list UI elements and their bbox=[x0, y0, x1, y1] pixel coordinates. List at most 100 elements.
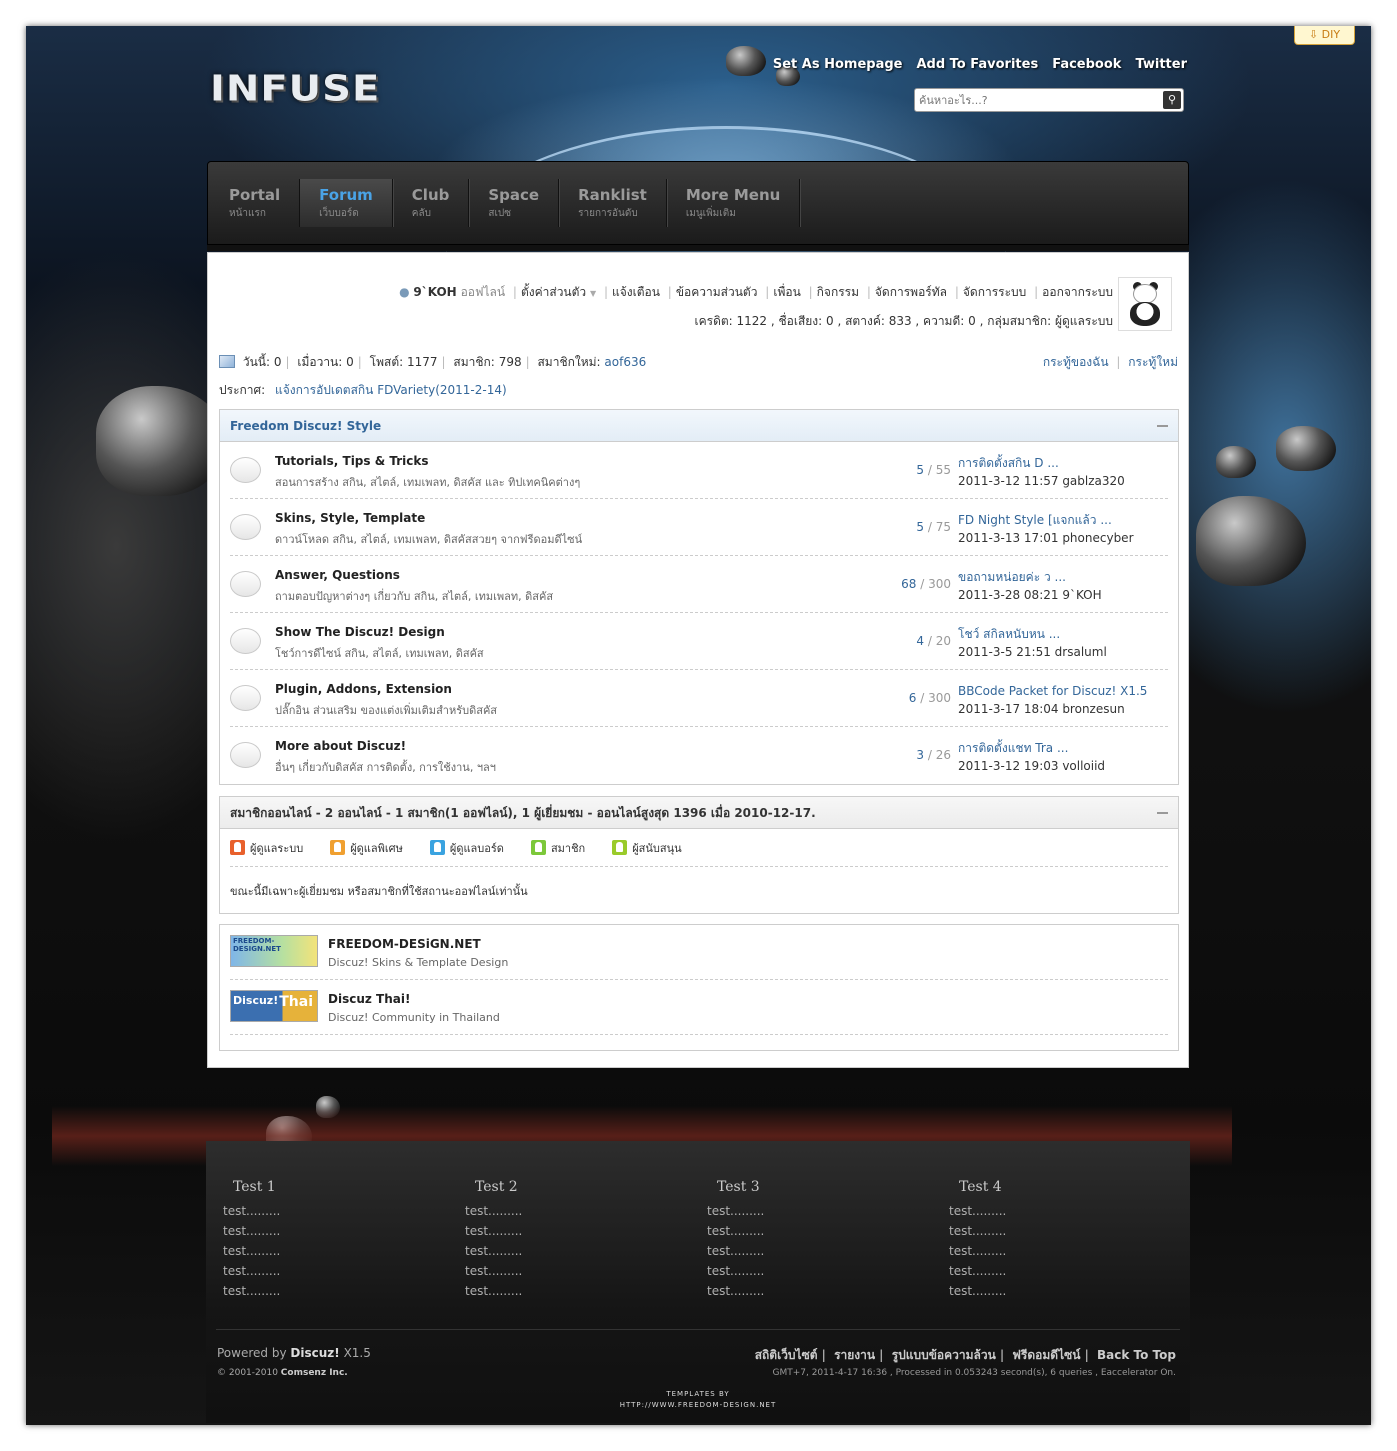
user-bar: ● 9`KOH ออฟไลน์ | ตั้งค่าส่วนตัว ▼ | แจ้งเ… bbox=[399, 283, 1113, 331]
footer-link[interactable]: test......... bbox=[707, 1221, 907, 1241]
system-admin-link[interactable]: จัดการระบบ bbox=[963, 285, 1026, 299]
forum-row[interactable]: More about Discuz! อื่นๆ เกี่ยวกับดิสคัส … bbox=[230, 727, 1168, 784]
template-credit[interactable]: TEMPLATES BY HTTP://WWW.FREEDOM-DESIGN.N… bbox=[206, 1389, 1190, 1411]
text-mode-link[interactable]: รูปแบบข้อความล้วน bbox=[892, 1348, 996, 1362]
footer-link[interactable]: test......... bbox=[949, 1241, 1149, 1261]
footer-link[interactable]: test......... bbox=[465, 1201, 665, 1221]
add-favorites-link[interactable]: Add To Favorites bbox=[916, 57, 1038, 72]
footer-link[interactable]: test......... bbox=[707, 1261, 907, 1281]
nav-item-space[interactable]: Space สเปซ bbox=[469, 179, 560, 227]
forum-name[interactable]: Tutorials, Tips & Tricks bbox=[275, 454, 429, 468]
freedom-design-logo[interactable]: FREEDOM-DESIGN.NET bbox=[230, 935, 318, 967]
nav-label: Space bbox=[488, 186, 540, 204]
diy-button[interactable]: ⇩ DIY bbox=[1294, 26, 1355, 45]
forum-row[interactable]: Answer, Questions ถามตอบปัญหาต่างๆ เกี่ยว… bbox=[230, 556, 1168, 613]
nav-item-portal[interactable]: Portal หน้าแรก bbox=[210, 179, 301, 227]
activity-link[interactable]: กิจกรรม bbox=[817, 285, 859, 299]
forum-group-title[interactable]: Freedom Discuz! Style bbox=[230, 419, 381, 433]
forum-name[interactable]: Plugin, Addons, Extension bbox=[275, 682, 452, 696]
yesterday-count: 0 bbox=[346, 355, 354, 369]
footer-link[interactable]: test......... bbox=[949, 1201, 1149, 1221]
forum-row[interactable]: Skins, Style, Template ดาวน์โหลด สกิน, สไ… bbox=[230, 499, 1168, 556]
forum-name[interactable]: Show The Discuz! Design bbox=[275, 625, 445, 639]
portal-admin-link[interactable]: จัดการพอร์ทัล bbox=[875, 285, 947, 299]
asteroid bbox=[1276, 426, 1336, 471]
user-group-icon bbox=[530, 840, 546, 855]
nav-item-ranklist[interactable]: Ranklist รายการอันดับ bbox=[559, 179, 667, 227]
asteroid bbox=[1216, 446, 1256, 478]
newest-member-link[interactable]: aof636 bbox=[604, 355, 646, 369]
footer-link[interactable]: test......... bbox=[223, 1201, 423, 1221]
twitter-link[interactable]: Twitter bbox=[1135, 57, 1187, 72]
footer-link[interactable]: test......... bbox=[465, 1261, 665, 1281]
discuz-thai-logo[interactable]: Discuz! Thai bbox=[230, 990, 318, 1022]
announcement-link[interactable]: แจ้งการอัปเดตสกิน FDVariety(2011-2-14) bbox=[275, 383, 507, 397]
site-stats-link[interactable]: สถิติเว็บไซต์ bbox=[755, 1348, 818, 1362]
set-homepage-link[interactable]: Set As Homepage bbox=[773, 57, 903, 72]
forum-name[interactable]: Skins, Style, Template bbox=[275, 511, 425, 525]
footer-link[interactable]: test......... bbox=[949, 1261, 1149, 1281]
legend-item: ผู้สนับสนุน bbox=[612, 839, 682, 857]
footer-link[interactable]: test......... bbox=[465, 1241, 665, 1261]
my-threads-link[interactable]: กระทู้ของฉัน bbox=[1043, 355, 1109, 369]
forum-desc: อื่นๆ เกี่ยวกับดิสคัส การติดตั้ง, การใช้… bbox=[275, 761, 496, 774]
footer-link[interactable]: test......... bbox=[223, 1221, 423, 1241]
footer-link[interactable]: test......... bbox=[707, 1241, 907, 1261]
comsenz-link[interactable]: Comsenz Inc. bbox=[281, 1368, 348, 1378]
logout-link[interactable]: ออกจากระบบ bbox=[1042, 285, 1113, 299]
last-post-title[interactable]: การติดตั้งแชท Tra ... bbox=[958, 739, 1105, 757]
nav-item-forum[interactable]: Forum เว็บบอร์ด bbox=[300, 179, 393, 227]
footer-link[interactable]: test......... bbox=[465, 1281, 665, 1301]
forum-name[interactable]: More about Discuz! bbox=[275, 739, 406, 753]
online-title[interactable]: สมาชิกออนไลน์ - 2 ออนไลน์ - 1 สมาชิก(1 อ… bbox=[230, 806, 816, 820]
footer-link[interactable]: test......... bbox=[949, 1281, 1149, 1301]
username-link[interactable]: 9`KOH bbox=[413, 285, 456, 299]
link-name[interactable]: Discuz Thai! bbox=[328, 992, 410, 1006]
back-to-top-link[interactable]: Back To Top bbox=[1097, 1348, 1176, 1362]
forum-name[interactable]: Answer, Questions bbox=[275, 568, 400, 582]
last-post-title[interactable]: การติดตั้งสกิน D ... bbox=[958, 454, 1125, 472]
facebook-link[interactable]: Facebook bbox=[1052, 57, 1121, 72]
collapse-icon[interactable] bbox=[1157, 425, 1168, 427]
nav-item-club[interactable]: Club คลับ bbox=[393, 179, 470, 227]
link-item[interactable]: FREEDOM-DESIGN.NET FREEDOM-DESiGN.NET Di… bbox=[230, 925, 1168, 980]
forum-bubble-icon bbox=[230, 628, 261, 654]
footer-link[interactable]: test......... bbox=[707, 1281, 907, 1301]
footer-link[interactable]: test......... bbox=[223, 1281, 423, 1301]
discuz-link[interactable]: Discuz! bbox=[290, 1346, 339, 1360]
new-threads-link[interactable]: กระทู้ใหม่ bbox=[1128, 355, 1178, 369]
last-post-title[interactable]: FD Night Style [แจกแล้ว ... bbox=[958, 511, 1134, 529]
last-post-title[interactable]: โชว์ สกิลหนับหน ... bbox=[958, 625, 1107, 643]
last-post-title[interactable]: ขอถามหน่อยค่ะ ว ... bbox=[958, 568, 1102, 586]
post-count: 300 bbox=[928, 691, 951, 705]
notifications-link[interactable]: แจ้งเตือน bbox=[612, 285, 660, 299]
link-name[interactable]: FREEDOM-DESiGN.NET bbox=[328, 937, 481, 951]
footer-link[interactable]: test......... bbox=[949, 1221, 1149, 1241]
freedom-design-link[interactable]: ฟรีดอมดีไซน์ bbox=[1012, 1348, 1080, 1362]
footer-link[interactable]: test......... bbox=[223, 1261, 423, 1281]
footer-link[interactable]: test......... bbox=[223, 1241, 423, 1261]
footer-link[interactable]: test......... bbox=[707, 1201, 907, 1221]
forum-bubble-icon bbox=[230, 457, 261, 483]
forum-row[interactable]: Show The Discuz! Design โชว์การดีไซน์ สกิ… bbox=[230, 613, 1168, 670]
report-link[interactable]: รายงาน bbox=[834, 1348, 875, 1362]
collapse-icon[interactable] bbox=[1157, 812, 1168, 814]
page-frame: INFUSE Set As Homepage Add To Favorites … bbox=[26, 26, 1371, 1425]
settings-link[interactable]: ตั้งค่าส่วนตัว bbox=[521, 285, 586, 299]
search-box: ⚲ bbox=[914, 88, 1184, 112]
nav-item-more-menu[interactable]: More Menu เมนูเพิ่มเติม bbox=[667, 179, 801, 227]
last-post-title[interactable]: BBCode Packet for Discuz! X1.5 bbox=[958, 682, 1147, 700]
forum-row[interactable]: Tutorials, Tips & Tricks สอนการสร้าง สกิน… bbox=[230, 442, 1168, 499]
link-item[interactable]: Discuz! Thai Discuz Thai! Discuz! Communi… bbox=[230, 980, 1168, 1035]
messages-link[interactable]: ข้อความส่วนตัว bbox=[676, 285, 758, 299]
avatar[interactable] bbox=[1118, 277, 1172, 331]
search-icon[interactable]: ⚲ bbox=[1163, 91, 1181, 109]
last-post: ขอถามหน่อยค่ะ ว ... 2011-3-28 08:21 9`KOH bbox=[958, 568, 1102, 604]
site-logo[interactable]: INFUSE bbox=[210, 68, 380, 109]
footer-link[interactable]: test......... bbox=[465, 1221, 665, 1241]
forum-row[interactable]: Plugin, Addons, Extension ปลั๊กอิน ส่วนเส… bbox=[230, 670, 1168, 727]
friends-link[interactable]: เพื่อน bbox=[773, 285, 800, 299]
forum-bubble-icon bbox=[230, 685, 261, 711]
yesterday-label: เมื่อวาน: bbox=[297, 355, 343, 369]
search-input[interactable] bbox=[915, 89, 1155, 111]
